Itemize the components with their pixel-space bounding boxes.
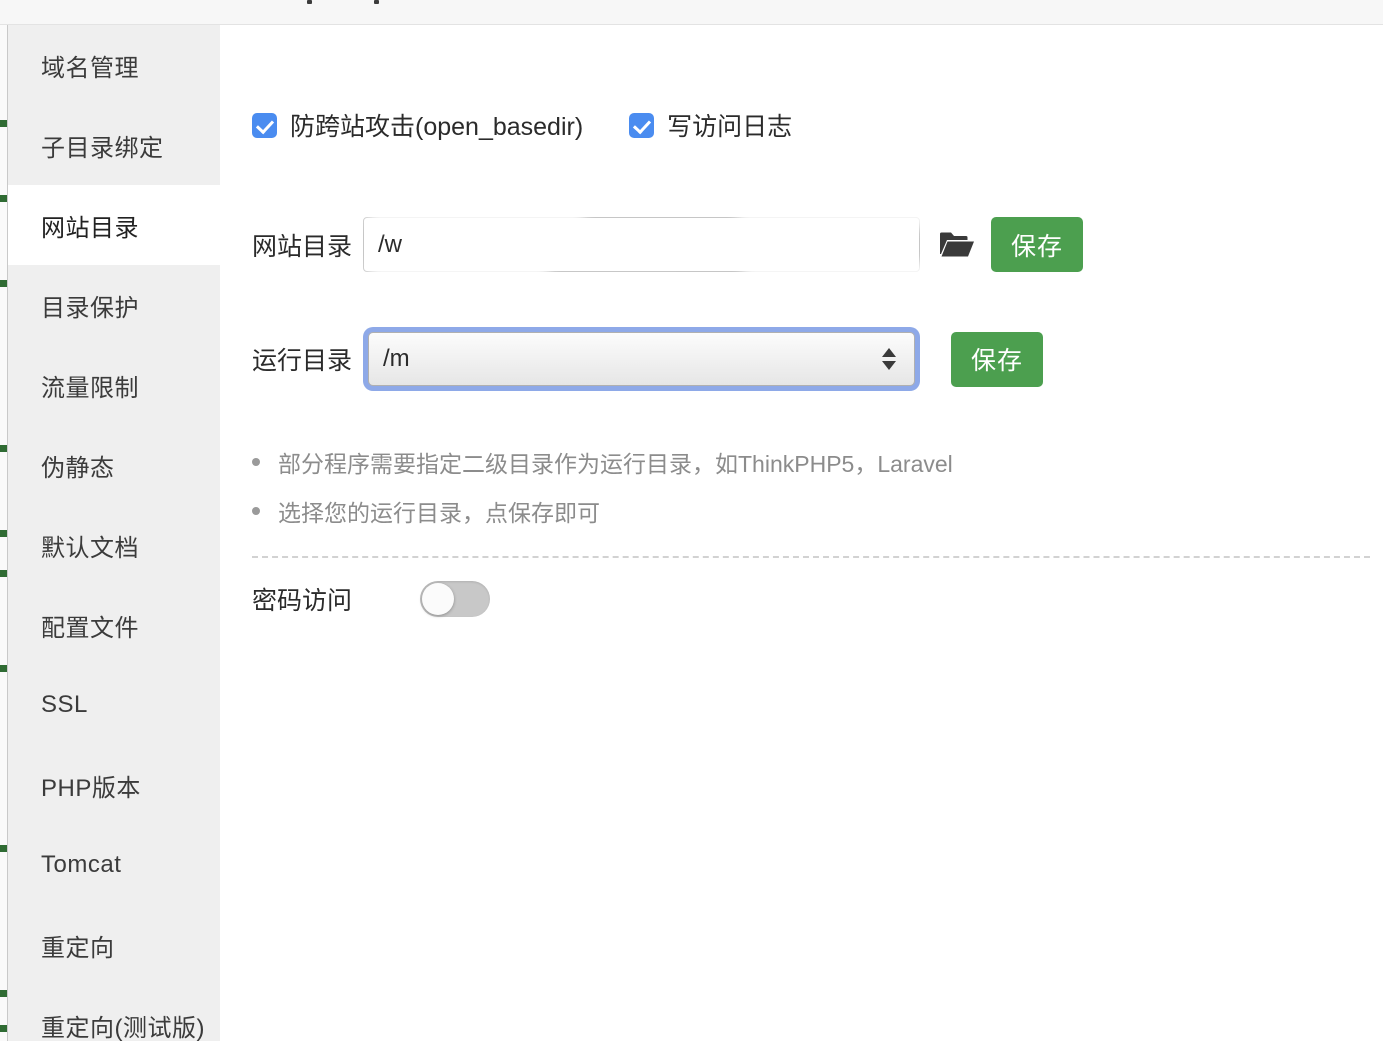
folder-browse-icon[interactable] [939, 230, 975, 260]
sidebar-item-config-file[interactable]: 配置文件 [8, 585, 220, 665]
checkbox-access-log[interactable]: 写访问日志 [629, 107, 792, 143]
run-directory-label: 运行目录 [252, 341, 352, 377]
password-access-label: 密码访问 [252, 581, 420, 617]
header-text-remnant [374, 0, 379, 4]
toggle-knob [422, 583, 454, 615]
options-checkbox-row: 防跨站攻击(open_basedir) 写访问日志 [252, 107, 792, 143]
outer-nav-tick [0, 530, 7, 537]
sidebar-item-domain-management[interactable]: 域名管理 [8, 25, 220, 105]
website-directory-input[interactable] [363, 217, 920, 272]
password-access-toggle[interactable] [420, 581, 490, 617]
main-content: 防跨站攻击(open_basedir) 写访问日志 网站目录 [220, 25, 1383, 1041]
sidebar-item-label: 流量限制 [41, 368, 139, 403]
checkbox-open-basedir[interactable]: 防跨站攻击(open_basedir) [252, 107, 583, 143]
sidebar-item-label: PHP版本 [41, 768, 141, 803]
checkbox-open-basedir-label: 防跨站攻击(open_basedir) [290, 107, 583, 143]
note-item: 部分程序需要指定二级目录作为运行目录，如ThinkPHP5，Laravel [252, 437, 953, 486]
website-directory-row: 网站目录 保存 [252, 217, 1083, 272]
sidebar-item-redirect[interactable]: 重定向 [8, 905, 220, 985]
stepper-arrows-icon[interactable] [882, 348, 896, 370]
password-access-row: 密码访问 [252, 581, 490, 617]
sidebar-item-ssl[interactable]: SSL [8, 665, 220, 745]
sidebar-item-website-directory[interactable]: 网站目录 [8, 185, 220, 265]
run-directory-notes: 部分程序需要指定二级目录作为运行目录，如ThinkPHP5，Laravel 选择您… [252, 437, 953, 535]
sidebar-item-label: 重定向 [41, 928, 115, 963]
outer-nav-tick [0, 445, 7, 452]
sidebar-item-label: SSL [41, 691, 88, 719]
website-directory-label: 网站目录 [252, 227, 352, 263]
sidebar-item-label: 伪静态 [41, 448, 115, 483]
outer-nav-tick [0, 120, 7, 127]
page-root: 域名管理子目录绑定网站目录目录保护流量限制伪静态默认文档配置文件 SSL PHP版本… [0, 0, 1383, 1041]
website-directory-input-wrap [363, 217, 920, 272]
outer-nav-tick [0, 665, 7, 672]
sidebar-item-label: 默认文档 [41, 528, 139, 563]
outer-nav-tick [0, 990, 7, 997]
sidebar-item-default-document[interactable]: 默认文档 [8, 505, 220, 585]
run-directory-select[interactable]: /m [368, 332, 915, 386]
note-item: 选择您的运行目录，点保存即可 [252, 486, 953, 535]
sidebar-item-label: Tomcat [41, 851, 121, 879]
save-website-directory-button[interactable]: 保存 [991, 217, 1083, 272]
sidebar-item-label: 配置文件 [41, 608, 139, 643]
window-header-strip [0, 0, 1383, 25]
sidebar-item-directory-protection[interactable]: 目录保护 [8, 265, 220, 345]
sidebar-item-label: 目录保护 [41, 288, 139, 323]
outer-nav-tick [0, 195, 7, 202]
sidebar-item-rewrite[interactable]: 伪静态 [8, 425, 220, 505]
checkbox-checked-icon[interactable] [252, 113, 277, 138]
run-directory-selected-value: /m [383, 345, 410, 373]
header-text-remnant [307, 0, 312, 4]
outer-nav-tick [0, 1025, 7, 1032]
save-run-directory-button[interactable]: 保存 [951, 332, 1043, 387]
sidebar-item-php-version[interactable]: PHP版本 [8, 745, 220, 825]
sidebar-item-label: 重定向(测试版) [41, 1008, 205, 1041]
run-directory-focus-ring: /m [363, 327, 920, 391]
checkbox-checked-icon[interactable] [629, 113, 654, 138]
sidebar-item-redirect-beta[interactable]: 重定向(测试版) [8, 985, 220, 1041]
note-text: 部分程序需要指定二级目录作为运行目录，如ThinkPHP5，Laravel [278, 445, 953, 479]
sidebar-item-subdirectory-binding[interactable]: 子目录绑定 [8, 105, 220, 185]
sidebar-item-traffic-limit[interactable]: 流量限制 [8, 345, 220, 425]
checkbox-access-log-label: 写访问日志 [667, 107, 792, 143]
note-text: 选择您的运行目录，点保存即可 [278, 494, 600, 528]
run-directory-row: 运行目录 /m 保存 [252, 327, 1043, 391]
sidebar-item-label: 域名管理 [41, 48, 139, 83]
outer-nav-rail [0, 25, 8, 1041]
outer-nav-tick [0, 570, 7, 577]
sidebar-item-label: 子目录绑定 [41, 128, 164, 163]
outer-nav-tick [0, 845, 7, 852]
settings-sidebar: 域名管理子目录绑定网站目录目录保护流量限制伪静态默认文档配置文件 SSL PHP版本… [8, 25, 220, 1041]
sidebar-item-label: 网站目录 [41, 208, 139, 243]
section-divider [252, 556, 1370, 558]
sidebar-item-tomcat[interactable]: Tomcat [8, 825, 220, 905]
outer-nav-tick [0, 280, 7, 287]
